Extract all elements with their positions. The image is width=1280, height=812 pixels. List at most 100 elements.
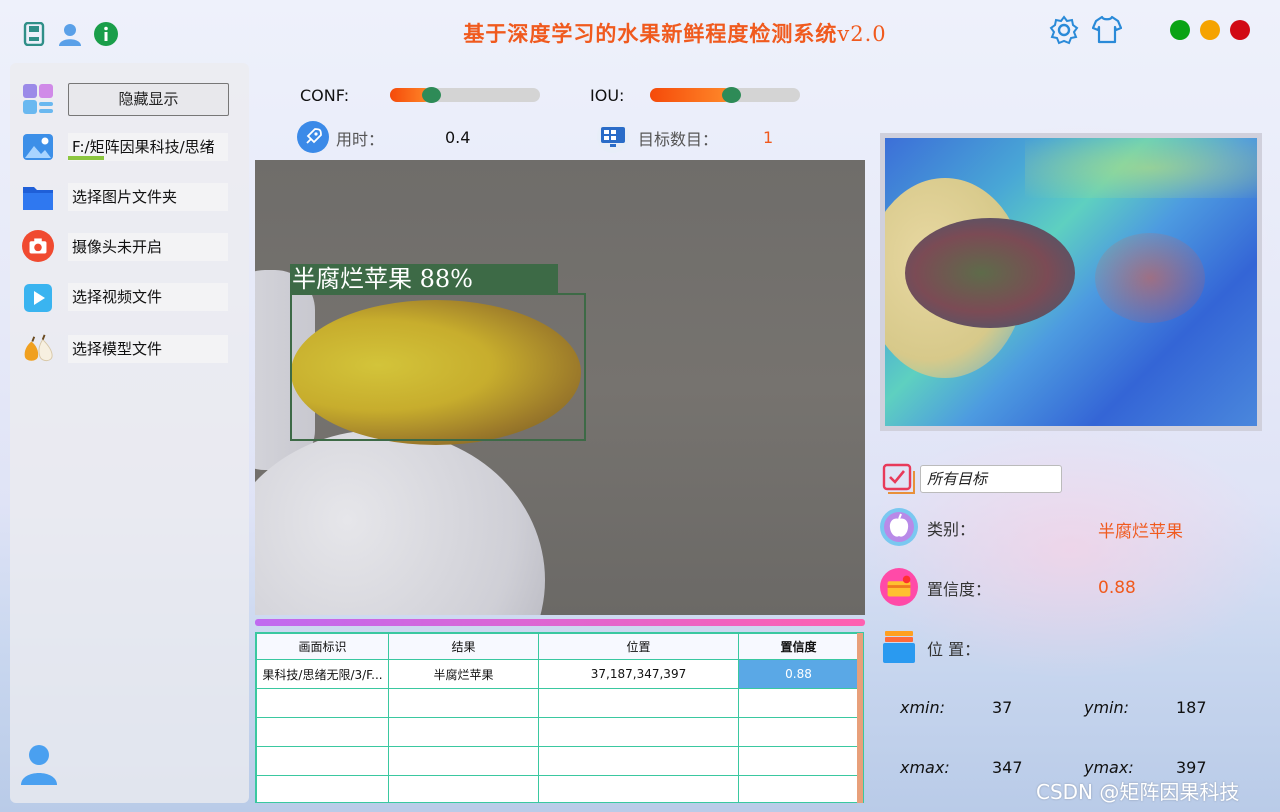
table-cell[interactable]: 37,187,347,397 bbox=[538, 659, 739, 689]
window-controls bbox=[1170, 20, 1250, 40]
heatmap-hot-region bbox=[1095, 233, 1205, 323]
camera-icon[interactable] bbox=[22, 230, 54, 262]
titlebar-left-icons bbox=[22, 22, 118, 46]
image-icon[interactable] bbox=[22, 131, 54, 163]
apple-icon bbox=[880, 508, 918, 546]
table-scrollbar[interactable] bbox=[857, 633, 863, 803]
time-label: 用时： bbox=[336, 130, 385, 149]
ymin-value: 187 bbox=[1176, 698, 1207, 717]
toggle-display-button[interactable]: 隐藏显示 bbox=[68, 83, 229, 116]
table-cell[interactable] bbox=[738, 717, 859, 747]
table-cell[interactable] bbox=[388, 775, 539, 802]
col-header-source[interactable]: 画面标识 bbox=[256, 633, 389, 660]
class-value: 半腐烂苹果 bbox=[1098, 522, 1183, 542]
settings-icon[interactable] bbox=[1048, 14, 1080, 50]
table-cell[interactable] bbox=[538, 746, 739, 776]
pear-icon[interactable] bbox=[22, 333, 54, 365]
table-cell[interactable] bbox=[538, 688, 739, 718]
detection-image-view: 半腐烂苹果 88% bbox=[255, 160, 865, 615]
table-cell[interactable] bbox=[738, 775, 859, 802]
iou-slider-fill bbox=[650, 88, 731, 102]
select-folder-button[interactable]: 选择图片文件夹 bbox=[68, 183, 228, 211]
table-cell[interactable] bbox=[388, 717, 539, 747]
table-cell[interactable] bbox=[388, 746, 539, 776]
table-cell[interactable] bbox=[256, 717, 389, 747]
position-box-icon bbox=[880, 628, 918, 666]
target-select[interactable]: 所有目标 bbox=[920, 465, 1062, 493]
table-row[interactable] bbox=[256, 688, 859, 718]
results-table[interactable]: 画面标识 结果 位置 置信度 果科技/思绪无限/3/F... 半腐烂苹果 37,… bbox=[255, 632, 864, 803]
confidence-value: 0.88 bbox=[1098, 578, 1136, 598]
xmin-value: 37 bbox=[992, 698, 1013, 717]
rocket-icon bbox=[297, 121, 329, 153]
progress-bar bbox=[255, 619, 865, 626]
minimize-button[interactable] bbox=[1200, 20, 1220, 40]
tshirt-icon[interactable] bbox=[1091, 14, 1123, 50]
conf-slider[interactable] bbox=[390, 87, 540, 103]
table-row[interactable] bbox=[256, 746, 859, 776]
close-button[interactable] bbox=[1230, 20, 1250, 40]
xmax-value: 347 bbox=[992, 758, 1023, 777]
sidebar-menu-row bbox=[22, 83, 54, 115]
path-progress-bar bbox=[68, 156, 104, 160]
save-icon[interactable] bbox=[22, 22, 46, 46]
table-cell-selected[interactable]: 0.88 bbox=[738, 659, 859, 689]
iou-label: IOU: bbox=[590, 86, 625, 105]
app-version: v2.0 bbox=[837, 22, 887, 46]
glove-palm-shape bbox=[255, 430, 545, 615]
heatmap-warm-region bbox=[1025, 138, 1257, 198]
table-cell[interactable] bbox=[538, 775, 739, 802]
video-play-icon[interactable] bbox=[22, 282, 54, 314]
video-select-row bbox=[22, 282, 54, 314]
ymax-value: 397 bbox=[1176, 758, 1207, 777]
col-header-confidence[interactable]: 置信度 bbox=[738, 633, 859, 660]
col-header-position[interactable]: 位置 bbox=[538, 633, 739, 660]
table-cell[interactable] bbox=[388, 688, 539, 718]
table-cell[interactable] bbox=[538, 717, 739, 747]
folder-icon[interactable] bbox=[22, 181, 54, 213]
table-cell[interactable] bbox=[738, 746, 859, 776]
xmin-label: xmin: bbox=[900, 698, 946, 717]
iou-slider[interactable] bbox=[650, 87, 800, 103]
titlebar-right-icons bbox=[1048, 14, 1123, 50]
sidebar: 隐藏显示 F:/矩阵因果科技/思绪 选择图片文件夹 摄像头未开启 选择视频文件 … bbox=[10, 63, 249, 803]
camera-button[interactable]: 摄像头未开启 bbox=[68, 233, 228, 261]
detection-label: 半腐烂苹果 88% bbox=[290, 264, 558, 294]
select-model-button[interactable]: 选择模型文件 bbox=[68, 335, 228, 363]
table-cell[interactable]: 果科技/思绪无限/3/F... bbox=[256, 659, 389, 689]
camera-row bbox=[22, 230, 54, 262]
conf-label: CONF: bbox=[300, 86, 350, 105]
class-label: 类别： bbox=[927, 520, 976, 539]
info-icon[interactable] bbox=[94, 22, 118, 46]
image-select-row bbox=[22, 131, 54, 163]
table-row[interactable] bbox=[256, 775, 859, 802]
grid-menu-icon bbox=[22, 83, 54, 115]
select-video-button[interactable]: 选择视频文件 bbox=[68, 283, 228, 311]
account-icon[interactable] bbox=[20, 743, 58, 789]
heatmap-fruit-region bbox=[905, 218, 1075, 328]
user-icon[interactable] bbox=[58, 22, 82, 46]
table-cell[interactable]: 半腐烂苹果 bbox=[388, 659, 539, 689]
table-row[interactable]: 果科技/思绪无限/3/F... 半腐烂苹果 37,187,347,397 0.8… bbox=[256, 659, 859, 689]
xmax-label: xmax: bbox=[900, 758, 950, 777]
detection-bounding-box bbox=[290, 293, 586, 441]
confidence-icon bbox=[880, 568, 918, 606]
confidence-label: 置信度： bbox=[927, 580, 992, 599]
maximize-button[interactable] bbox=[1170, 20, 1190, 40]
table-row[interactable] bbox=[256, 717, 859, 747]
time-value: 0.4 bbox=[445, 128, 471, 147]
iou-slider-thumb[interactable] bbox=[722, 87, 741, 103]
table-cell[interactable] bbox=[256, 688, 389, 718]
table-cell[interactable] bbox=[256, 746, 389, 776]
ymax-label: ymax: bbox=[1084, 758, 1134, 777]
ymin-label: ymin: bbox=[1084, 698, 1130, 717]
table-cell[interactable] bbox=[738, 688, 859, 718]
col-header-result[interactable]: 结果 bbox=[388, 633, 539, 660]
conf-slider-thumb[interactable] bbox=[422, 87, 441, 103]
count-value: 1 bbox=[763, 128, 774, 147]
monitor-icon bbox=[597, 121, 629, 153]
table-cell[interactable] bbox=[256, 775, 389, 802]
heatmap-view bbox=[880, 133, 1262, 431]
csdn-watermark: CSDN @矩阵因果科技 bbox=[1036, 780, 1240, 804]
folder-select-row bbox=[22, 181, 54, 213]
